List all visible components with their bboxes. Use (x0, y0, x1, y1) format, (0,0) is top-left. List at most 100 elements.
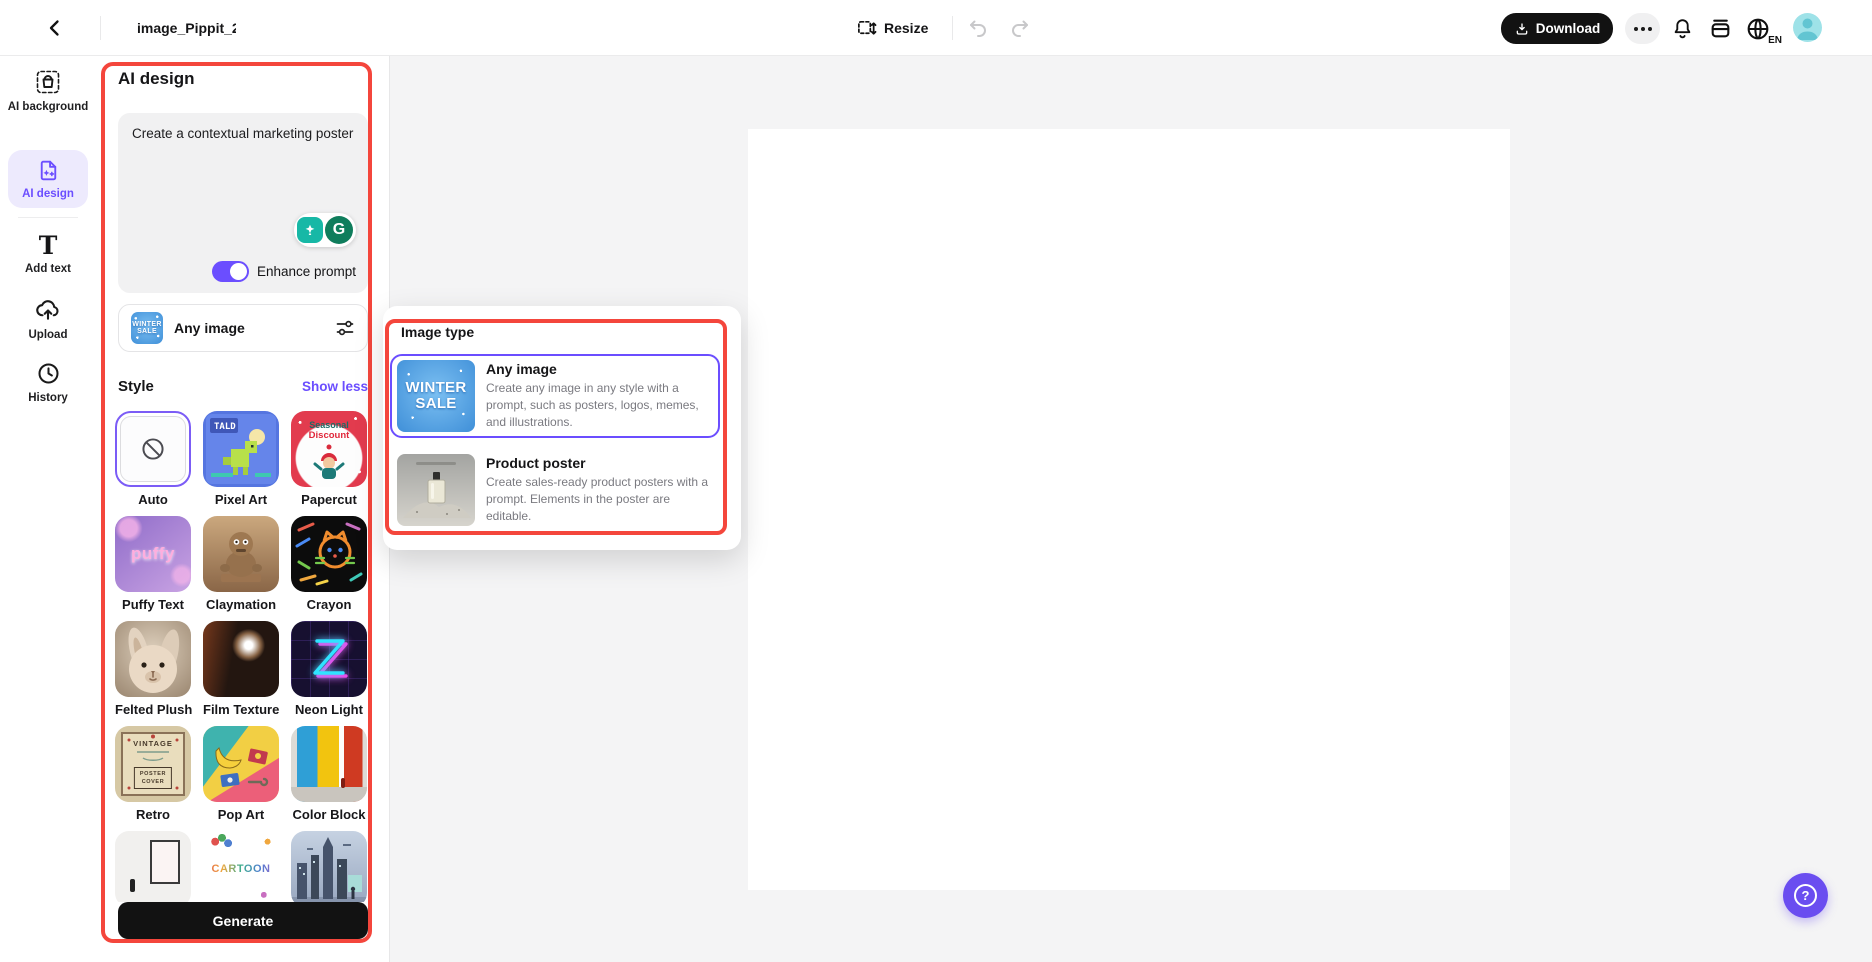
enhance-prompt-label: Enhance prompt (257, 264, 356, 279)
style-option-felted-plush[interactable]: Felted Plush (115, 621, 191, 717)
sliders-icon (335, 318, 355, 338)
style-option-label: Papercut (291, 492, 367, 507)
style-thumb-film-texture (203, 621, 279, 697)
style-option-label: Crayon (291, 597, 367, 612)
style-option-label: Auto (115, 492, 191, 507)
download-label: Download (1536, 21, 1601, 36)
language-label: EN (1768, 35, 1782, 46)
grammarly-suggestion-icon (297, 217, 323, 243)
sidebar: AI background AI design T Add text Uploa… (0, 56, 96, 962)
style-option-label: Felted Plush (115, 702, 191, 717)
style-option-puffy-text[interactable]: puffy Puffy Text (115, 516, 191, 612)
style-thumb-felted-plush (115, 621, 191, 697)
style-thumb-claymation (203, 516, 279, 592)
sidebar-item-add-text[interactable]: T Add text (0, 233, 96, 276)
grammarly-icon: G (325, 216, 353, 244)
style-thumb-city (291, 831, 367, 902)
style-thumb-puffy-text: puffy (115, 516, 191, 592)
resize-button[interactable]: Resize (856, 13, 928, 43)
topbar-divider (100, 16, 101, 40)
style-option-film-texture[interactable]: Film Texture (203, 621, 279, 717)
image-type-selector[interactable]: WINTERSALE Any image (118, 304, 368, 352)
bell-icon (1670, 16, 1695, 41)
person-silhouette (341, 778, 345, 788)
resize-icon (856, 18, 877, 39)
image-type-thumbnail: WINTERSALE (131, 312, 163, 344)
style-option-label: Retro (115, 807, 191, 822)
style-option-crayon[interactable]: Crayon (291, 516, 367, 612)
style-thumb-cartoon: CARTOON (203, 831, 279, 902)
sidebar-item-history[interactable]: History (0, 360, 96, 405)
image-type-option-any-image[interactable]: WINTERSALE Any image Create any image in… (390, 354, 720, 438)
topbar-divider (952, 16, 953, 40)
more-options-button[interactable] (1625, 13, 1660, 44)
style-thumb-minimal (115, 831, 191, 902)
ai-background-icon (34, 68, 62, 96)
undo-icon (967, 16, 991, 40)
person-silhouette (130, 879, 135, 892)
style-thumb-pixel-art: TALD (203, 411, 279, 487)
redo-icon (1007, 16, 1031, 40)
style-thumb-auto (115, 411, 191, 487)
document-title: image_Pippit_20 (137, 20, 236, 36)
image-type-popup: Image type WINTERSALE Any image Create a… (383, 306, 741, 550)
ai-design-icon (36, 158, 61, 183)
sidebar-divider (18, 217, 78, 218)
style-option-auto[interactable]: Auto (115, 411, 191, 507)
avatar[interactable] (1793, 13, 1822, 42)
help-button[interactable]: ? (1783, 873, 1828, 918)
style-option-papercut[interactable]: Seasonal Discount Papercut (291, 411, 367, 507)
none-icon (139, 435, 167, 463)
topbar: image_Pippit_20 Resize Download (0, 0, 1872, 56)
upload-cloud-icon (34, 296, 62, 324)
archive-button[interactable] (1706, 15, 1734, 42)
style-heading: Style (118, 378, 154, 395)
enhance-prompt-row: Enhance prompt (212, 261, 356, 282)
image-type-option-product-poster[interactable]: Product poster Create sales-ready produc… (392, 448, 718, 532)
style-option-extra-1[interactable] (115, 831, 191, 902)
option-title: Product poster (486, 455, 714, 471)
style-option-neon-light[interactable]: Neon Light (291, 621, 367, 717)
show-less-link[interactable]: Show less (302, 379, 368, 394)
download-icon (1514, 21, 1530, 37)
toggle-knob (230, 263, 247, 280)
style-option-extra-3[interactable] (291, 831, 367, 902)
language-button[interactable]: EN (1744, 12, 1780, 45)
style-thumb-neon-light (291, 621, 367, 697)
app-root: image_Pippit_20 Resize Download (0, 0, 1872, 962)
style-thumb-color-block (291, 726, 367, 802)
sidebar-item-label: AI design (8, 187, 88, 201)
style-option-label: Claymation (203, 597, 279, 612)
prompt-text: Create a contextual marketing poster (118, 113, 368, 156)
style-option-label: Neon Light (291, 702, 367, 717)
prompt-input[interactable]: Create a contextual marketing poster G E… (118, 113, 368, 293)
history-clock-icon (35, 360, 62, 387)
resize-label: Resize (884, 20, 928, 36)
style-option-pop-art[interactable]: Pop Art (203, 726, 279, 822)
style-option-extra-2[interactable]: CARTOON (203, 831, 279, 902)
undo-button[interactable] (966, 16, 992, 40)
sidebar-item-label: Upload (0, 328, 96, 342)
text-tool-icon: T (0, 233, 96, 258)
back-button[interactable] (40, 14, 70, 42)
sidebar-item-ai-background[interactable]: AI background (0, 68, 96, 114)
panel-title: AI design (118, 69, 195, 89)
redo-button[interactable] (1006, 16, 1032, 40)
notifications-button[interactable] (1668, 15, 1696, 42)
grammarly-widget[interactable]: G (294, 213, 356, 247)
style-option-pixel-art[interactable]: TALD Pixel Art (203, 411, 279, 507)
image-type-value: Any image (174, 320, 245, 336)
generate-button[interactable]: Generate (118, 902, 368, 939)
style-option-retro[interactable]: VINTAGE POSTERCOVER Retro (115, 726, 191, 822)
sidebar-item-ai-design[interactable]: AI design (8, 150, 88, 208)
enhance-prompt-toggle[interactable] (212, 261, 249, 282)
help-icon: ? (1794, 884, 1817, 907)
sidebar-item-upload[interactable]: Upload (0, 296, 96, 342)
sidebar-item-label: History (0, 391, 96, 405)
download-button[interactable]: Download (1501, 13, 1613, 44)
canvas[interactable] (748, 129, 1510, 890)
pixel-art-text: TALD (214, 422, 236, 432)
style-option-color-block[interactable]: Color Block (291, 726, 367, 822)
style-option-claymation[interactable]: Claymation (203, 516, 279, 612)
drawer-icon (1708, 16, 1733, 41)
